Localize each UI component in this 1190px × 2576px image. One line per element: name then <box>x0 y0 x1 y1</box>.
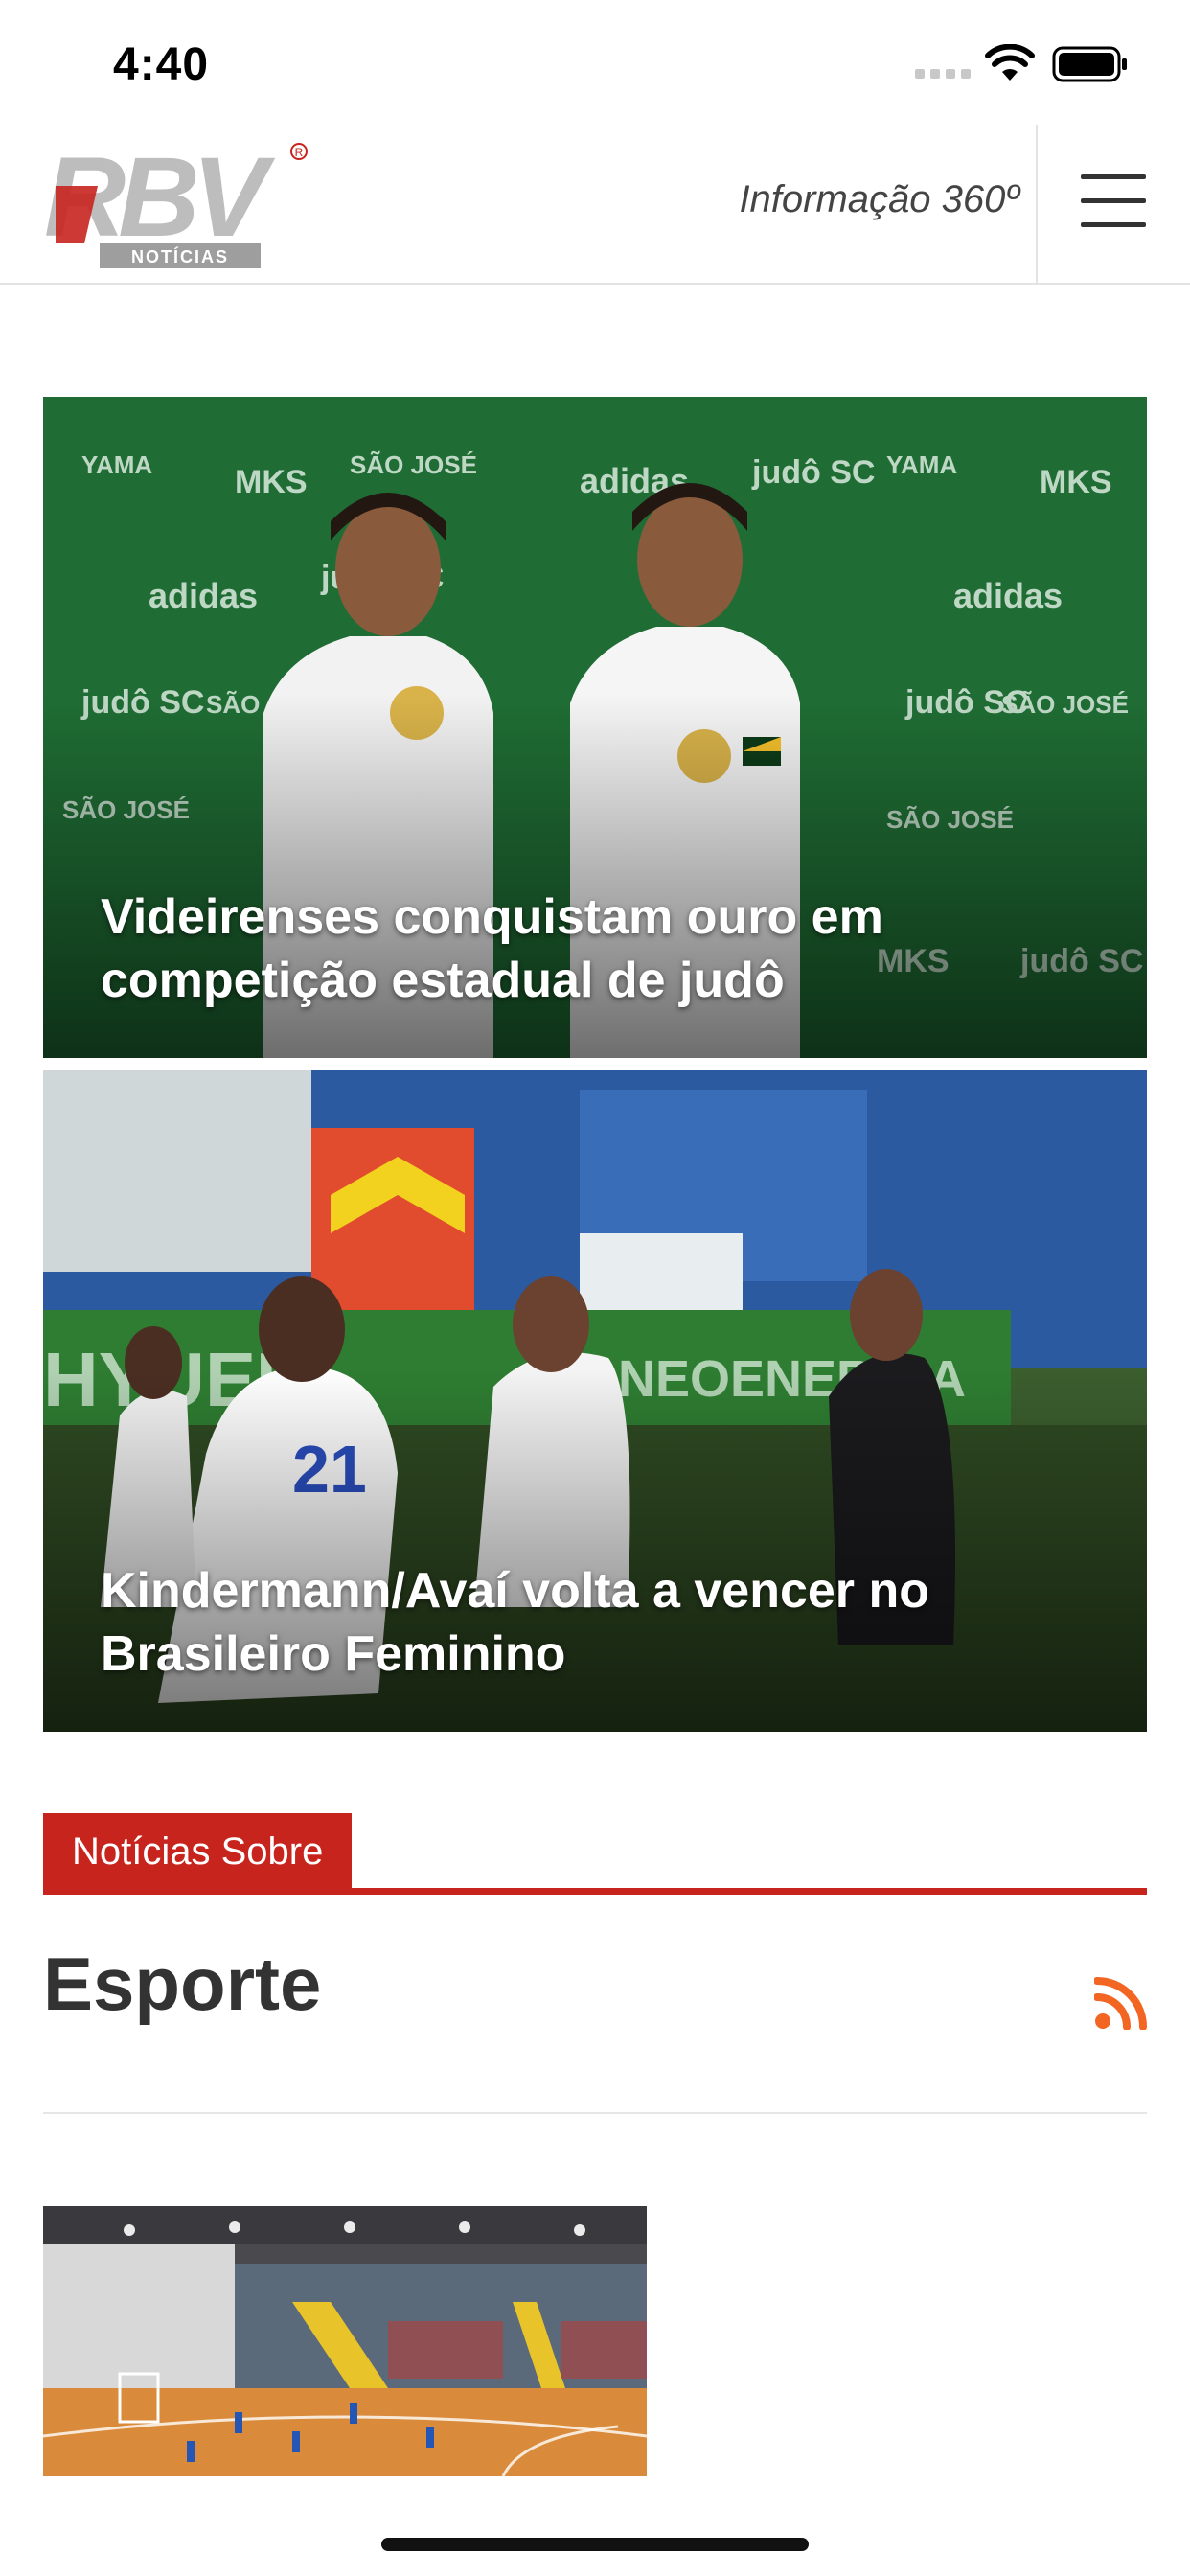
section-rule <box>43 2112 1147 2114</box>
featured-news-card[interactable]: YAMA MKS SÃO JOSÉ adidas judô SC YAMA MK… <box>43 397 1147 1058</box>
hamburger-menu-button[interactable] <box>1081 174 1146 228</box>
rbv-logo[interactable]: RBV NOTÍCIAS R <box>42 140 310 270</box>
hamburger-line-icon <box>1081 174 1146 179</box>
section-tab-label: Notícias Sobre <box>43 1813 353 1894</box>
status-bar: 4:40 <box>0 0 1190 125</box>
rss-icon[interactable] <box>1094 1976 1148 2030</box>
futsal-arena-photo <box>43 2206 647 2476</box>
svg-text:NOTÍCIAS: NOTÍCIAS <box>131 246 229 266</box>
site-tagline: Informação 360º <box>739 178 1019 220</box>
site-header: RBV NOTÍCIAS R Informação 360º <box>0 125 1190 285</box>
home-indicator <box>381 2538 809 2551</box>
hamburger-line-icon <box>1081 222 1146 227</box>
wifi-icon <box>985 44 1035 80</box>
cellular-signal-icon <box>915 69 971 79</box>
battery-icon <box>1052 46 1127 82</box>
featured-news-card[interactable]: HYUEU NEOENERGIA 21 Kindermann/Avaí volt… <box>43 1070 1147 1732</box>
svg-text:R: R <box>295 146 304 159</box>
section-title: Esporte <box>43 1942 322 2026</box>
featured-news-title[interactable]: Videirenses conquistam ouro em competiçã… <box>101 886 1089 1012</box>
hamburger-line-icon <box>1081 198 1146 203</box>
featured-news-title[interactable]: Kindermann/Avaí volta a vencer no Brasil… <box>101 1559 1089 1686</box>
news-item-thumbnail[interactable] <box>43 2206 647 2476</box>
section-divider <box>43 1888 1147 1895</box>
status-time: 4:40 <box>113 39 210 90</box>
header-divider <box>1036 125 1038 283</box>
